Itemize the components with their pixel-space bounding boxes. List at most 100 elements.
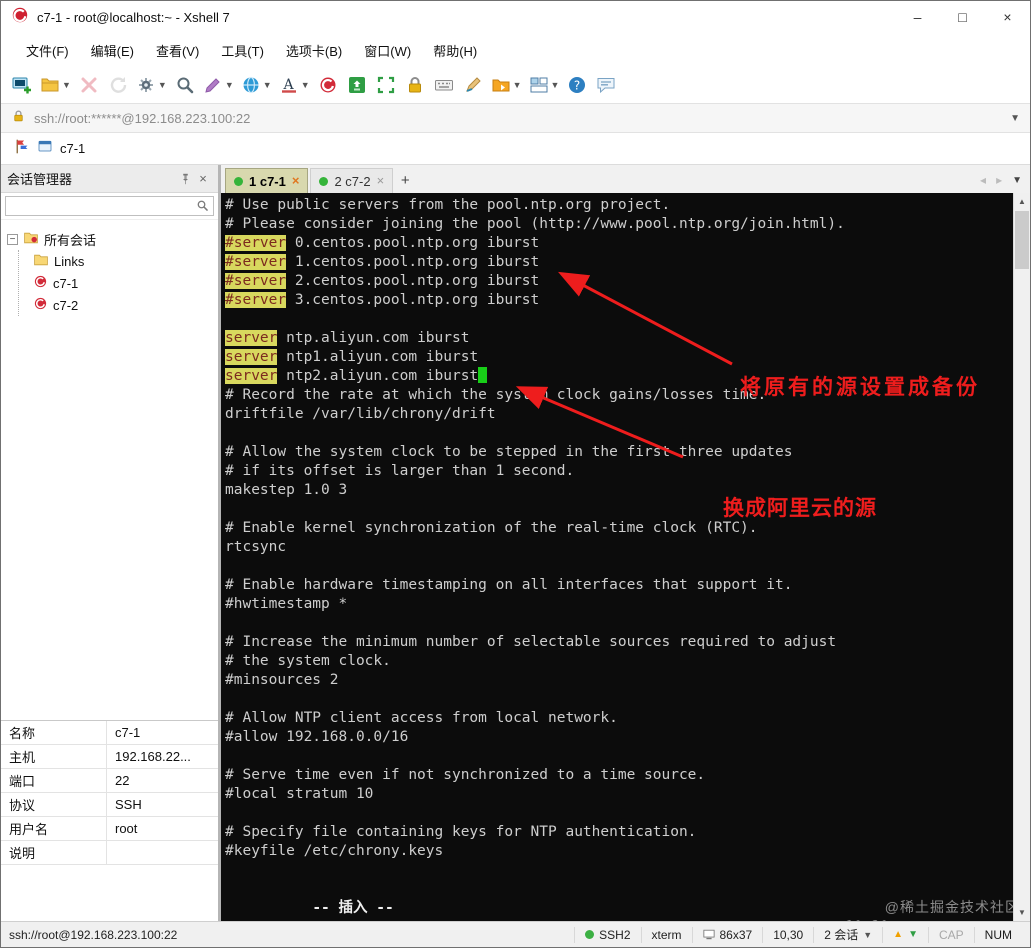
status-terminal-type[interactable]: xterm xyxy=(640,926,692,943)
terminal-line: # Enable kernel synchronization of the r… xyxy=(225,520,758,536)
new-session-icon[interactable] xyxy=(9,71,35,99)
status-transfer[interactable]: ▲ ▼ xyxy=(882,926,928,943)
tree-item-links[interactable]: Links xyxy=(19,250,218,272)
property-label: 说明 xyxy=(1,841,107,864)
tab-2-c7-2[interactable]: 2 c7-2 × xyxy=(310,168,394,193)
address-bar[interactable]: ssh://root:******@192.168.223.100:22 ▼ xyxy=(1,103,1030,133)
terminal-line: server ntp.aliyun.com iburst xyxy=(225,330,470,346)
terminal-line: # Please consider joining the pool (http… xyxy=(225,216,845,232)
menu-item-4[interactable]: 选项卡(B) xyxy=(275,36,353,65)
feedback-icon[interactable] xyxy=(593,71,619,99)
reconnect-icon[interactable] xyxy=(105,71,131,99)
encoding-icon[interactable]: ▼ xyxy=(239,71,274,99)
terminal-size-label: 86x37 xyxy=(719,927,753,942)
tab-close-icon[interactable]: × xyxy=(292,174,300,187)
terminal-content: # Use public servers from the pool.ntp.o… xyxy=(221,193,1013,880)
scrollbar-thumb[interactable] xyxy=(1015,211,1029,269)
xagent-icon[interactable] xyxy=(315,71,341,99)
disconnect-icon[interactable] xyxy=(76,71,102,99)
property-row: 说明 xyxy=(1,841,218,865)
menu-item-5[interactable]: 窗口(W) xyxy=(353,36,422,65)
session-manager-title: 会话管理器 xyxy=(7,172,73,187)
virtual-keyboard-icon[interactable] xyxy=(431,71,457,99)
search-highlight: #server xyxy=(225,273,287,289)
scroll-up-icon[interactable]: ▲ xyxy=(1014,193,1030,210)
tree-item-c7-1[interactable]: c7-1 xyxy=(19,272,218,294)
tree-item-label: Links xyxy=(54,253,85,269)
menu-item-3[interactable]: 工具(T) xyxy=(210,36,275,65)
tab-label: 2 c7-2 xyxy=(334,173,371,189)
tab-scroll-right-icon[interactable]: ▸ xyxy=(996,173,1002,187)
annotation-aliyun-note: 换成阿里云的源 xyxy=(723,497,877,520)
tree-item-c7-2[interactable]: c7-2 xyxy=(19,294,218,316)
vim-mode-indicator: -- 插入 -- xyxy=(312,900,394,916)
file-transfer-icon[interactable] xyxy=(344,71,370,99)
tree-item-all-sessions[interactable]: − 所有会话 xyxy=(1,228,218,250)
lock-screen-icon[interactable] xyxy=(402,71,428,99)
pin-icon[interactable] xyxy=(176,172,194,186)
new-tab-button[interactable]: + xyxy=(395,170,415,190)
terminal-scrollbar[interactable]: ▲ ▼ xyxy=(1013,193,1030,921)
session-count-label: 2 会话 xyxy=(824,928,859,942)
open-folder-icon[interactable]: ▼ xyxy=(38,71,73,99)
dropdown-arrow-icon: ▼ xyxy=(300,80,310,90)
vim-cursor-position: 10,30 xyxy=(845,918,889,921)
terminal-pane: 1 c7-1 × 2 c7-2 × + ◂ ▸ ▼ # Use public serv… xyxy=(221,165,1030,921)
minimize-button[interactable]: – xyxy=(895,1,940,33)
terminal-line: # Increase the minimum number of selecta… xyxy=(225,634,837,650)
help-icon[interactable]: ? xyxy=(564,71,590,99)
close-button[interactable]: × xyxy=(985,1,1030,33)
menu-item-0[interactable]: 文件(F) xyxy=(15,36,80,65)
terminal[interactable]: # Use public servers from the pool.ntp.o… xyxy=(221,193,1030,921)
property-label: 用户名 xyxy=(1,817,107,840)
status-terminal-size[interactable]: 86x37 xyxy=(691,926,763,943)
address-url[interactable]: ssh://root:******@192.168.223.100:22 xyxy=(34,111,250,126)
terminal-line: driftfile /var/lib/chrony/drift xyxy=(225,406,496,422)
property-value: c7-1 xyxy=(115,725,141,740)
search-highlight: #server xyxy=(225,292,287,308)
close-panel-icon[interactable]: × xyxy=(194,171,212,186)
tile-windows-icon[interactable]: ▼ xyxy=(527,71,562,99)
status-cursor-position: 10,30 xyxy=(762,926,813,943)
quick-access-bar: c7-1 xyxy=(1,133,1030,165)
terminal-size-icon xyxy=(702,929,715,940)
address-dropdown-icon[interactable]: ▼ xyxy=(1010,113,1020,124)
search-highlight: #server xyxy=(225,235,287,251)
title-bar[interactable]: c7-1 - root@localhost:~ - Xshell 7 – □ × xyxy=(1,1,1030,33)
compose-icon[interactable]: ▼ xyxy=(201,71,236,99)
menu-item-1[interactable]: 编辑(E) xyxy=(80,36,145,65)
new-file-window-icon[interactable]: ▼ xyxy=(489,71,524,99)
scroll-down-icon[interactable]: ▼ xyxy=(1014,904,1030,921)
highlight-pen-icon[interactable] xyxy=(460,71,486,99)
menu-item-6[interactable]: 帮助(H) xyxy=(422,36,488,65)
find-icon[interactable] xyxy=(172,71,198,99)
dropdown-arrow-icon: ▼ xyxy=(224,80,234,90)
terminal-line: server ntp1.aliyun.com iburst xyxy=(225,349,479,365)
session-properties-icon[interactable]: ▼ xyxy=(134,71,169,99)
search-input[interactable] xyxy=(5,196,214,216)
dropdown-arrow-icon: ▼ xyxy=(62,80,71,90)
maximize-button[interactable]: □ xyxy=(940,1,985,33)
tab-1-c7-1[interactable]: 1 c7-1 × xyxy=(225,168,309,193)
menu-item-2[interactable]: 查看(V) xyxy=(145,36,210,65)
app-logo-icon xyxy=(11,6,29,29)
fullscreen-icon[interactable] xyxy=(373,71,399,99)
tab-scroll-left-icon[interactable]: ◂ xyxy=(980,173,986,187)
status-session-count[interactable]: 2 会话 ▼ xyxy=(813,926,882,943)
tab-close-icon[interactable]: × xyxy=(377,174,385,187)
status-protocol[interactable]: SSH2 xyxy=(574,926,640,943)
session-window-icon[interactable] xyxy=(37,139,53,159)
font-icon[interactable]: A ▼ xyxy=(277,71,312,99)
tree-expander-icon[interactable]: − xyxy=(7,233,18,245)
toolbar: ▼ ▼ ▼ ▼ A ▼ ▼ ▼? xyxy=(1,67,1030,103)
search-highlight: server xyxy=(225,349,278,365)
session-icon xyxy=(33,296,48,314)
terminal-line: #keyfile /etc/chrony.keys xyxy=(225,843,444,859)
link-bar-icon[interactable] xyxy=(13,138,30,160)
tab-list-dropdown-icon[interactable]: ▼ xyxy=(1012,175,1022,186)
property-label: 端口 xyxy=(1,769,107,792)
property-value: root xyxy=(115,821,138,836)
quick-session-label[interactable]: c7-1 xyxy=(60,141,85,156)
